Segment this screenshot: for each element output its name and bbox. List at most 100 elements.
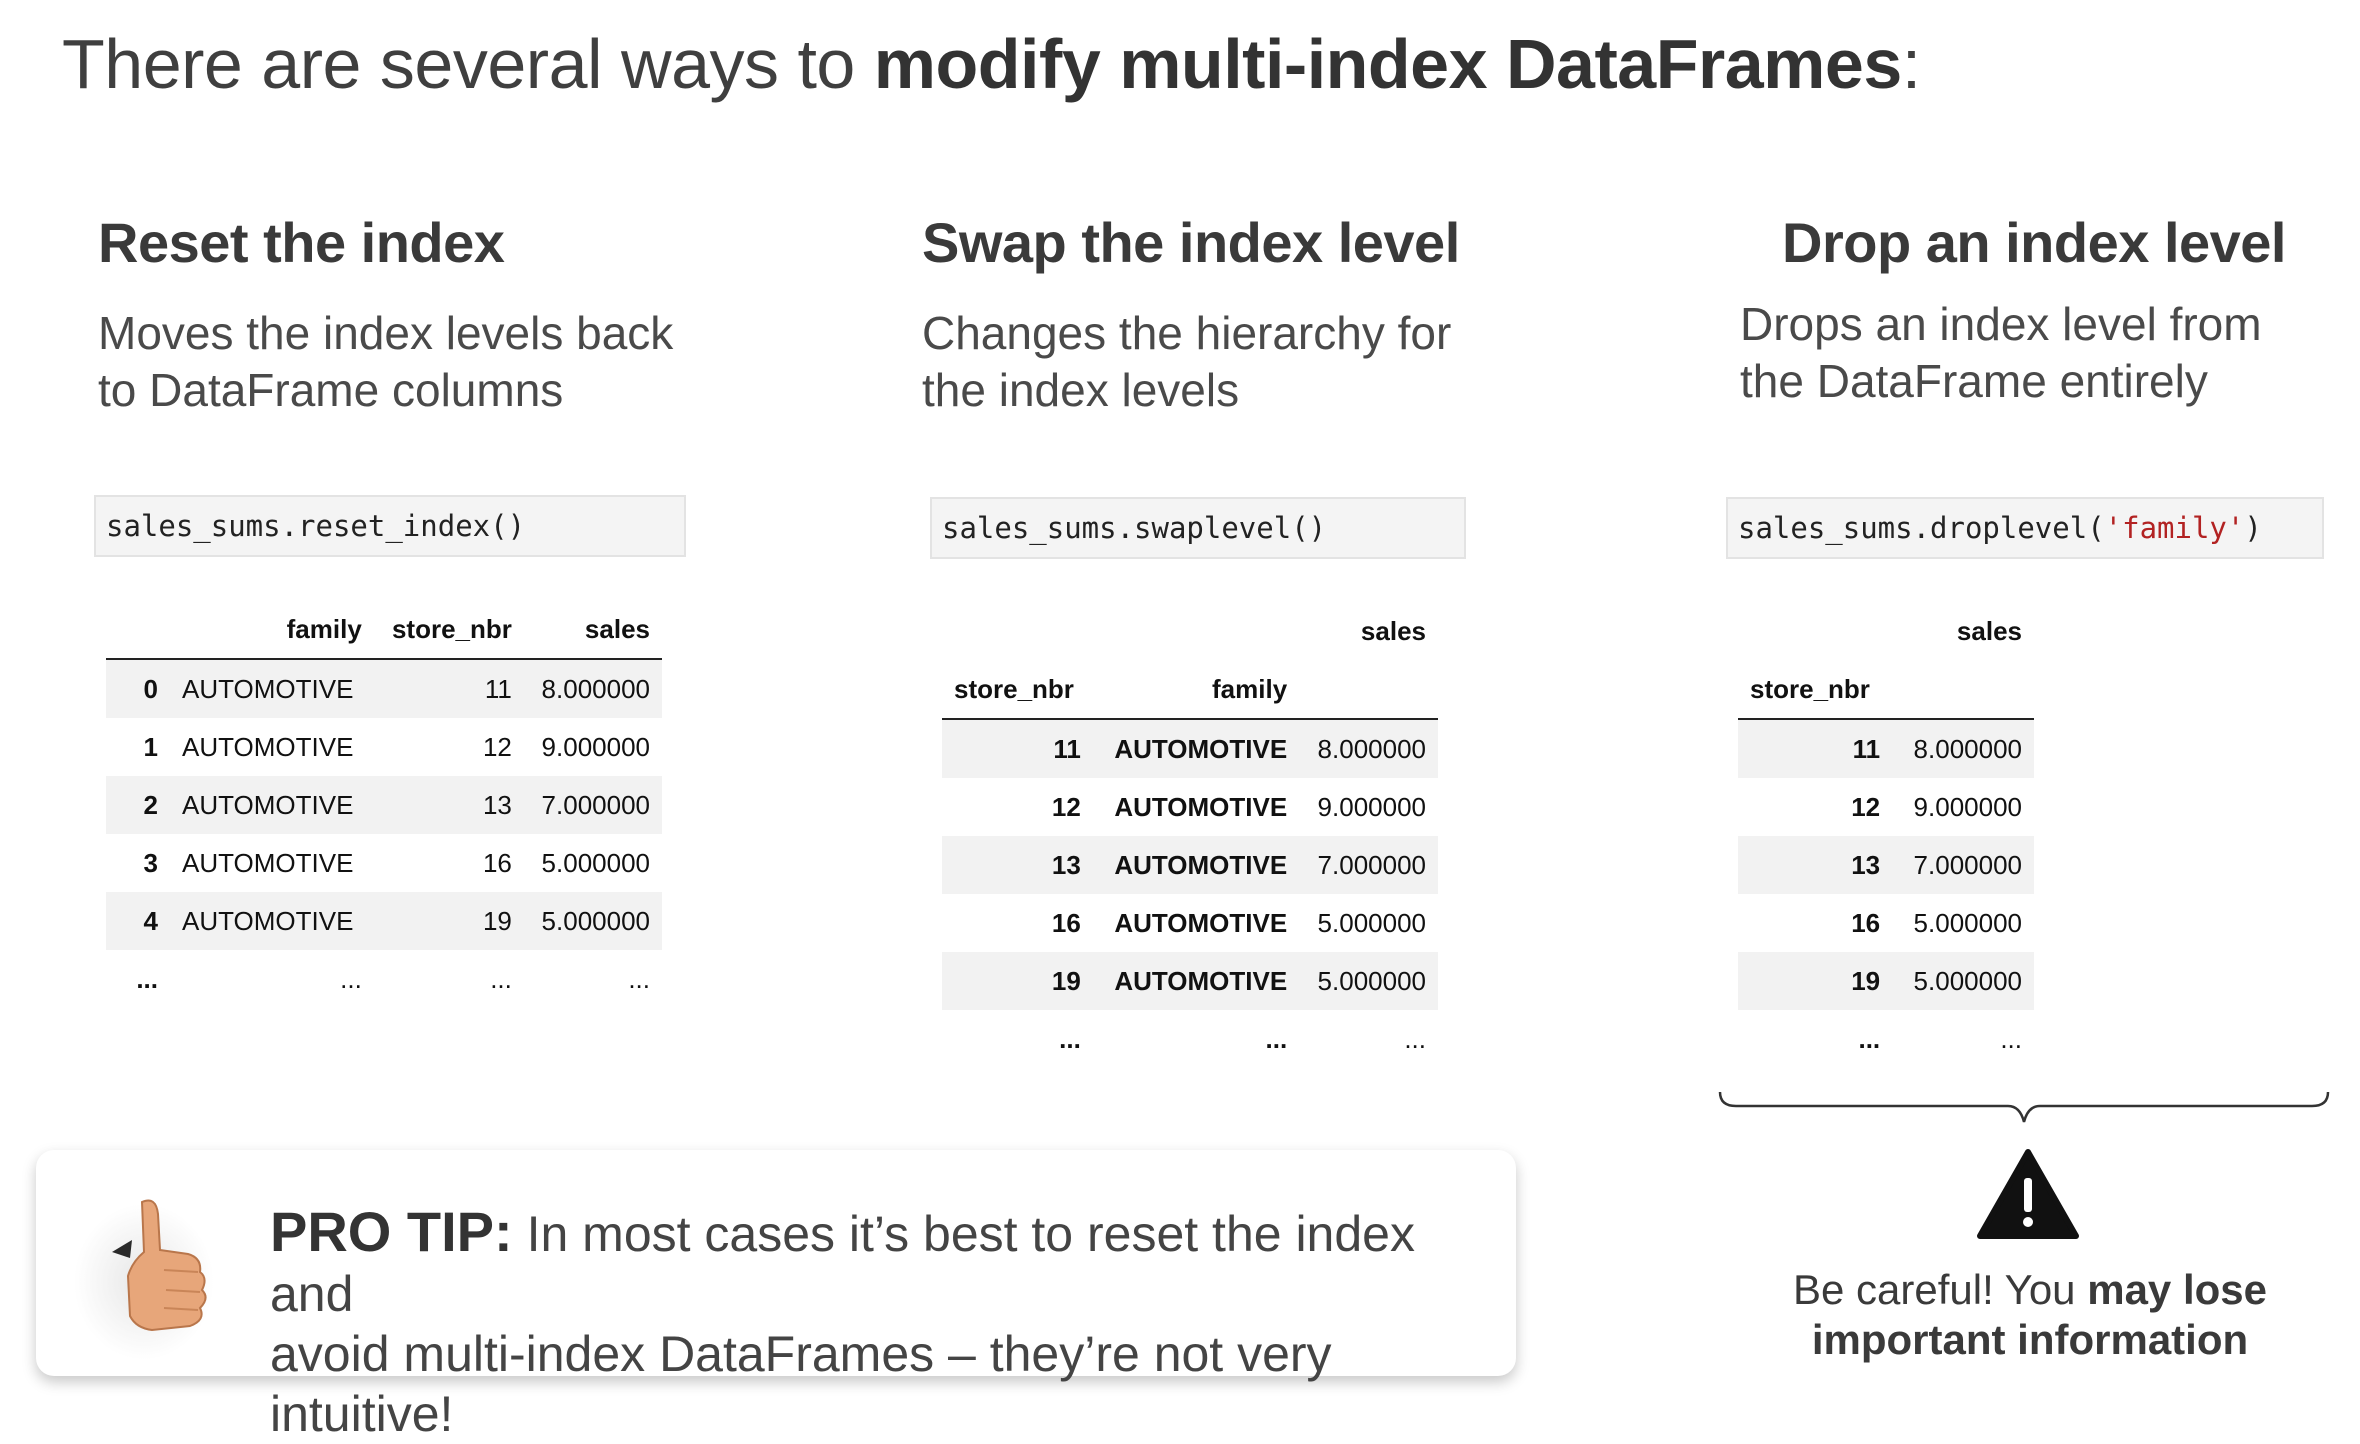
- family-cell: AUTOMOTIVE: [170, 659, 374, 718]
- sales-cell: 7.000000: [523, 776, 662, 834]
- family-index: AUTOMOTIVE: [1092, 952, 1300, 1010]
- swap-desc-line1: Changes the hierarchy for: [922, 307, 1452, 359]
- pro-tip-label: PRO TIP:: [270, 1200, 513, 1263]
- sales-cell: 7.000000: [1892, 836, 2034, 894]
- store-nbr-index: 12: [1851, 791, 1881, 822]
- reset-desc-line1: Moves the index levels back: [98, 307, 674, 359]
- store-nbr-index: 13: [1738, 836, 1893, 894]
- drop-desc-line1: Drops an index level from: [1740, 298, 2262, 350]
- spacer-cell: [1093, 602, 1299, 660]
- table-row: 11 AUTOMOTIVE 8.000000: [942, 719, 1438, 778]
- sales-cell: 5.000000: [541, 847, 650, 878]
- store-nbr-index: 12: [1051, 791, 1081, 822]
- store-nbr-cell: 13: [373, 776, 524, 834]
- reset-code: sales_sums.reset_index(): [106, 509, 526, 543]
- drop-description-block: Drops an index level from the DataFrame e…: [1740, 266, 2262, 410]
- row-index: 1: [143, 731, 158, 762]
- table-row: 12 9.000000: [1738, 778, 2034, 836]
- title-bold: modify multi-index DataFrames: [873, 25, 1902, 103]
- table-row: 19 5.000000: [1738, 952, 2034, 1010]
- swap-heading: Swap the index level: [922, 211, 1460, 274]
- table-row: 13 AUTOMOTIVE 7.000000: [942, 836, 1438, 894]
- family-index: AUTOMOTIVE: [1092, 836, 1300, 894]
- family-cell: AUTOMOTIVE: [170, 892, 374, 950]
- table-row-ellipsis: ... ... ...: [942, 1010, 1438, 1068]
- drop-code-suffix: ): [2244, 511, 2262, 545]
- drop-code-arg: 'family': [2104, 511, 2245, 545]
- sales-cell: 5.000000: [1892, 952, 2034, 1010]
- table-row: 1 AUTOMOTIVE 12 9.000000: [106, 718, 662, 776]
- table-row: 16 AUTOMOTIVE 5.000000: [942, 894, 1438, 952]
- store-nbr-index: 11: [1738, 719, 1893, 778]
- store-nbr-index: 16: [1851, 907, 1881, 938]
- table-row: 4 AUTOMOTIVE 19 5.000000: [106, 892, 662, 950]
- store-nbr-cell: 12: [482, 731, 512, 762]
- pro-tip-text: PRO TIP: In most cases it’s best to rese…: [270, 1202, 1500, 1444]
- swap-header-sales: sales: [1360, 615, 1426, 646]
- table-row: 16 5.000000: [1738, 894, 2034, 952]
- swap-index-name-family: family: [1092, 660, 1300, 720]
- warning-bold-1: may lose: [2087, 1266, 2267, 1313]
- reset-section: Reset the index Moves the index levels b…: [98, 210, 673, 419]
- drop-description: Drops an index level from the DataFrame e…: [1740, 296, 2262, 410]
- drop-desc-line2: the DataFrame entirely: [1740, 355, 2208, 407]
- store-nbr-index: 13: [942, 836, 1093, 894]
- swap-code: sales_sums.swaplevel(): [942, 511, 1327, 545]
- family-index: ...: [1265, 1023, 1288, 1054]
- store-nbr-index: 19: [1738, 952, 1893, 1010]
- swap-description: Changes the hierarchy for the index level…: [922, 305, 1460, 419]
- spacer-cell: [1299, 660, 1438, 720]
- drop-code-cell[interactable]: sales_sums.droplevel('family'): [1726, 497, 2324, 559]
- swap-index-name-store-nbr: store_nbr: [942, 660, 1093, 720]
- sales-cell: 5.000000: [1299, 952, 1438, 1010]
- store-nbr-cell: 16: [482, 847, 512, 878]
- family-index: AUTOMOTIVE: [1092, 719, 1300, 778]
- swap-code-cell[interactable]: sales_sums.swaplevel(): [930, 497, 1466, 559]
- table-row: 19 AUTOMOTIVE 5.000000: [942, 952, 1438, 1010]
- swap-section: Swap the index level Changes the hierarc…: [922, 210, 1460, 419]
- sales-cell: 5.000000: [1317, 907, 1426, 938]
- sales-cell: 9.000000: [541, 731, 650, 762]
- pro-tip-box: PRO TIP: In most cases it’s best to rese…: [36, 1150, 1516, 1442]
- family-index: AUTOMOTIVE: [1114, 907, 1288, 938]
- store-nbr-index: 19: [942, 952, 1093, 1010]
- family-cell: ...: [340, 963, 362, 994]
- drop-index-name-row: store_nbr: [1738, 660, 2034, 720]
- family-cell: AUTOMOTIVE: [170, 776, 374, 834]
- reset-header-index: [106, 600, 170, 660]
- store-nbr-cell: 19: [373, 892, 524, 950]
- row-index: 0: [106, 659, 170, 718]
- sales-cell: ...: [628, 963, 650, 994]
- swap-index-names-row: store_nbr family: [942, 660, 1438, 720]
- reset-code-cell[interactable]: sales_sums.reset_index(): [94, 495, 686, 557]
- warning-icon: [1977, 1149, 2079, 1239]
- store-nbr-cell: 11: [373, 659, 524, 718]
- sales-cell: 9.000000: [1317, 791, 1426, 822]
- thumbs-up-icon: [74, 1199, 214, 1360]
- curly-brace-icon: [1718, 1091, 2330, 1123]
- sales-cell: ...: [1404, 1023, 1426, 1054]
- swap-dataframe: sales store_nbr family 11 AUTOMOTIVE 8.0…: [942, 602, 1438, 1068]
- sales-cell: 8.000000: [1299, 719, 1438, 778]
- table-row: 11 8.000000: [1738, 719, 2034, 778]
- reset-header-family: family: [170, 600, 374, 660]
- swap-header-row: sales: [942, 602, 1438, 660]
- drop-header-row: sales: [1738, 602, 2034, 660]
- table-row-ellipsis: ... ...: [1738, 1010, 2034, 1068]
- reset-dataframe: family store_nbr sales 0 AUTOMOTIVE 11 8…: [106, 600, 662, 1008]
- store-nbr-index: ...: [1059, 1023, 1081, 1054]
- reset-description: Moves the index levels back to DataFrame …: [98, 305, 673, 419]
- family-index: AUTOMOTIVE: [1114, 791, 1288, 822]
- reset-heading: Reset the index: [98, 211, 505, 274]
- sales-cell: 7.000000: [1299, 836, 1438, 894]
- drop-header-sales: sales: [1956, 615, 2022, 646]
- sales-cell: 9.000000: [1913, 791, 2022, 822]
- warning-text: Be careful! You may lose important inform…: [1760, 1265, 2300, 1365]
- row-index: 2: [106, 776, 170, 834]
- store-nbr-index: 11: [942, 719, 1093, 778]
- warning-text-start: Be careful! You: [1792, 1266, 2088, 1313]
- sales-cell: 5.000000: [523, 892, 662, 950]
- table-row: 0 AUTOMOTIVE 11 8.000000: [106, 659, 662, 718]
- spacer-cell: [942, 602, 1093, 660]
- reset-header-row: family store_nbr sales: [106, 600, 662, 660]
